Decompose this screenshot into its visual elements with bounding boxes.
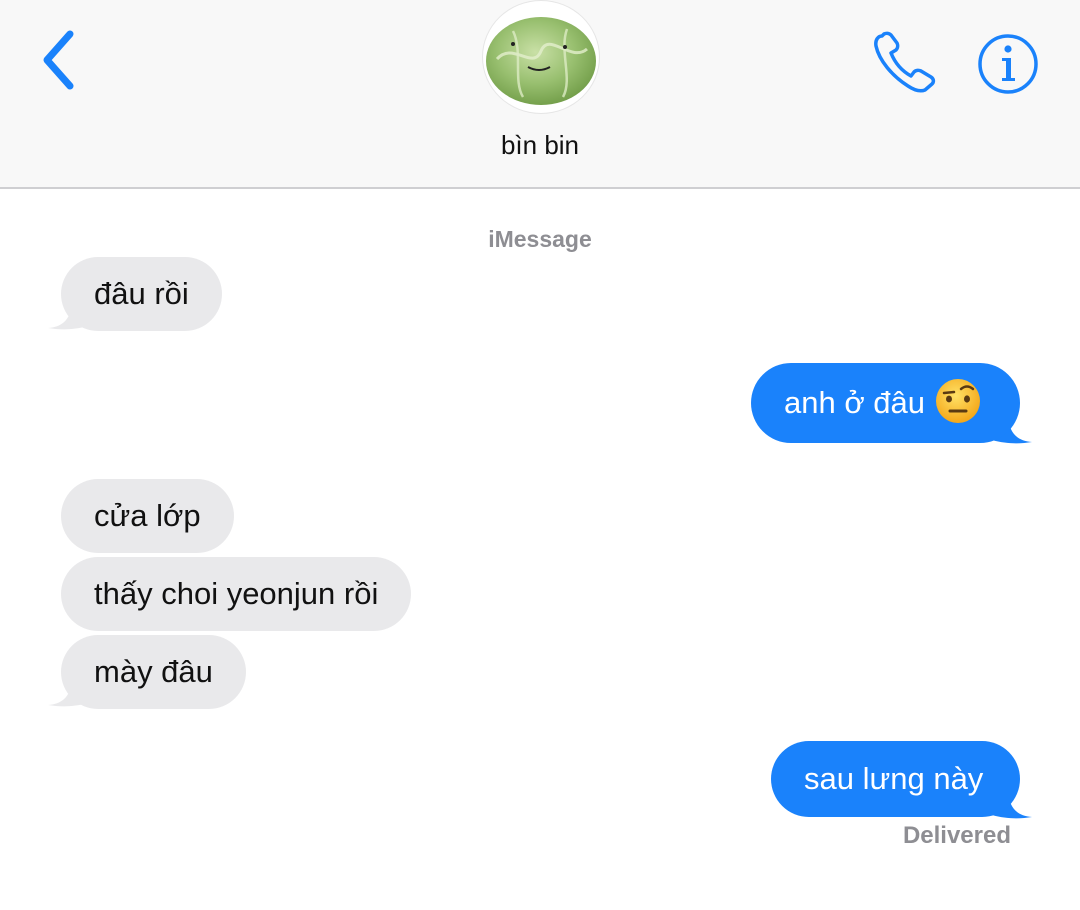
message-text: sau lưng này [804,761,984,796]
message-bubble-incoming[interactable]: đâu rồi [61,257,222,331]
call-button[interactable] [868,30,940,96]
cabbage-avatar-image [486,17,596,105]
message-text: mày đâu [94,654,213,689]
info-button[interactable] [976,32,1040,96]
service-label: iMessage [488,226,592,252]
message-bubble-outgoing[interactable]: anh ở đâu [751,363,1020,443]
contact-avatar[interactable] [482,0,600,114]
raised-eyebrow-emoji-icon [936,379,980,423]
message-text: thấy choi yeonjun rồi [94,576,379,611]
message-text: anh ở đâu [784,385,925,420]
delivery-status: Delivered [902,822,1011,849]
contact-name[interactable]: bìn bin [0,130,1080,161]
back-button[interactable] [30,26,86,94]
message-text: cửa lớp [94,498,201,533]
message-bubble-incoming[interactable]: thấy choi yeonjun rồi [61,557,412,631]
message-bubble-outgoing[interactable]: sau lưng này [771,741,1020,817]
message-bubble-incoming[interactable]: cửa lớp [61,479,234,553]
chevron-left-icon [43,30,74,90]
phone-icon [874,31,936,93]
info-icon [978,34,1038,94]
message-bubble-incoming[interactable]: mày đâu [61,635,246,709]
message-text: đâu rồi [94,276,189,311]
conversation-header: bìn bin [0,0,1080,189]
